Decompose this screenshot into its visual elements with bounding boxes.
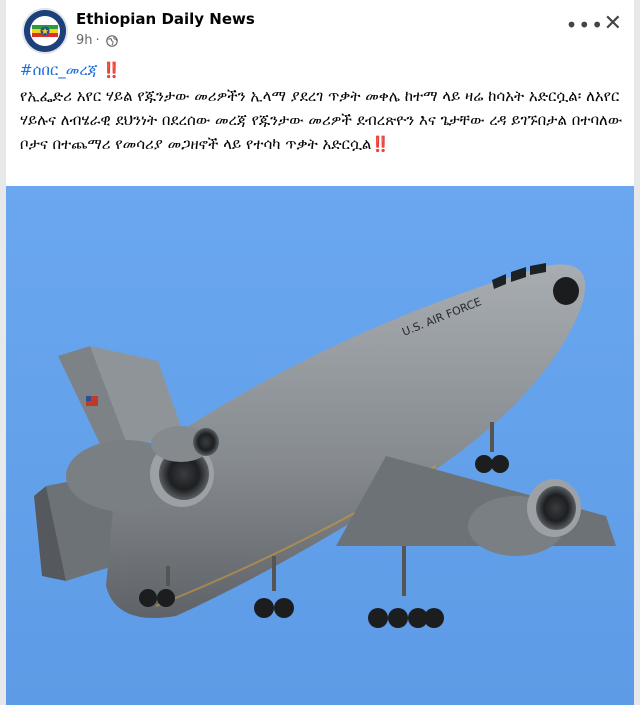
post-body-text: የኢፌድሪ አየር ሃይል የጁንታው መሪዎችን ኢላማ ያደረገ ጥቃት መ… — [20, 87, 623, 153]
double-exclamation-emoji: ‼️ — [102, 61, 122, 79]
post-photo[interactable]: U.S. AIR FORCE — [6, 186, 634, 705]
facebook-post: Ethiopian Daily News 9h · ••• ✕ #ሰበር_መረጃ… — [0, 0, 640, 705]
post-header: Ethiopian Daily News 9h · ••• ✕ — [22, 8, 622, 56]
aircraft-photo: U.S. AIR FORCE — [6, 186, 634, 705]
page-avatar[interactable] — [22, 8, 68, 54]
post-body: የኢፌድሪ አየር ሃይል የጁንታው መሪዎችን ኢላማ ያደረገ ጥቃት መ… — [20, 84, 624, 156]
hashtag-link[interactable]: #ሰበር_መረጃ — [20, 61, 98, 79]
post-text: #ሰበር_መረጃ ‼️ የኢፌድሪ አየር ሃይል የጁንታው መሪዎችን ኢላ… — [20, 58, 624, 156]
post-meta: 9h · — [76, 33, 118, 48]
close-icon[interactable]: ✕ — [604, 11, 622, 36]
globe-icon[interactable] — [105, 34, 118, 47]
more-options-icon[interactable]: ••• — [566, 15, 604, 35]
feed-right-edge — [634, 0, 640, 705]
body-exclamation-emoji: ‼️ — [371, 135, 391, 153]
post-time[interactable]: 9h — [76, 33, 93, 48]
meta-separator: · — [95, 33, 100, 48]
page-logo-icon — [24, 10, 66, 52]
page-name[interactable]: Ethiopian Daily News — [76, 10, 255, 28]
nose-radome — [553, 277, 579, 305]
